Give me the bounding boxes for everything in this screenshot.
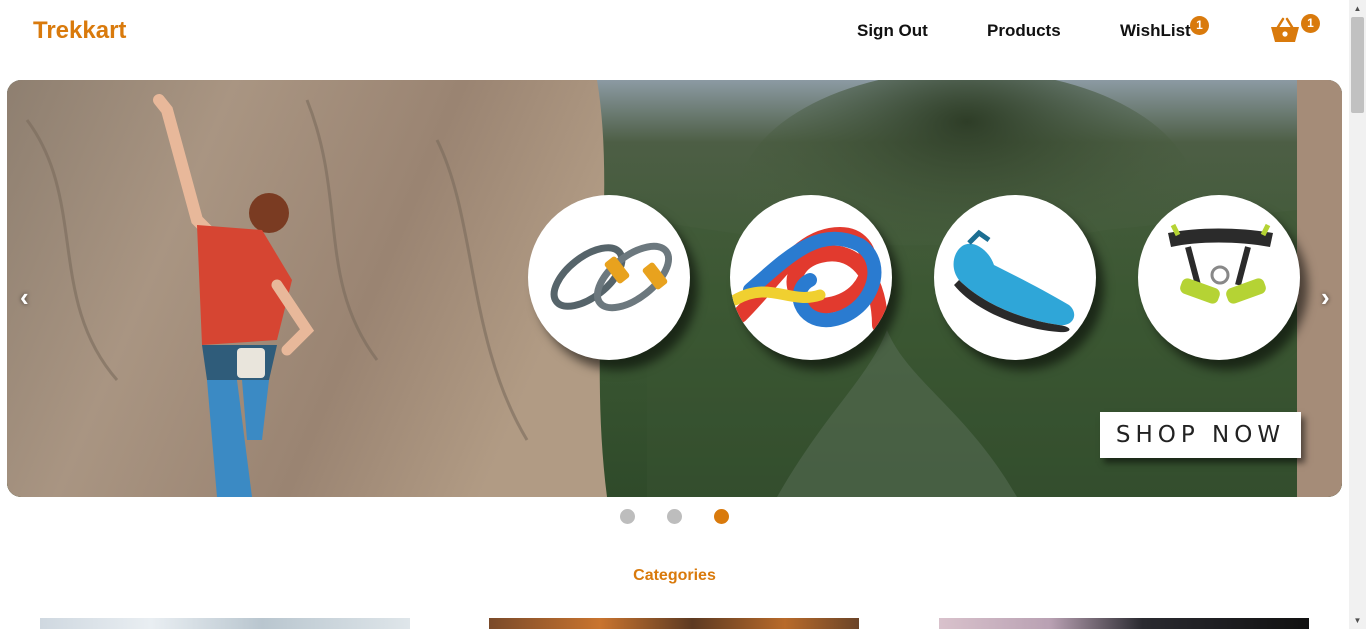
sign-out-link[interactable]: Sign Out [857, 21, 928, 41]
carousel-next-arrow[interactable]: › [1321, 282, 1330, 313]
carousel-dot-3-active[interactable] [714, 509, 729, 524]
category-card-2-image[interactable] [489, 618, 859, 629]
cart-count-badge: 1 [1301, 14, 1320, 33]
scrollbar-thumb[interactable] [1351, 17, 1364, 113]
products-link[interactable]: Products [987, 21, 1061, 41]
carousel-dot-2[interactable] [667, 509, 682, 524]
climbing-shoe-icon[interactable] [934, 195, 1096, 360]
basket-icon[interactable] [1269, 16, 1301, 44]
shop-now-button[interactable]: SHOP NOW [1100, 412, 1301, 458]
site-logo[interactable]: Trekkart [33, 17, 126, 45]
carousel-dot-1[interactable] [620, 509, 635, 524]
harness-icon[interactable] [1138, 195, 1300, 360]
scroll-down-arrow-icon[interactable]: ▼ [1349, 612, 1366, 629]
site-header: Trekkart Sign Out Products WishList 1 1 [0, 0, 1349, 64]
scroll-up-arrow-icon[interactable]: ▲ [1349, 0, 1366, 17]
categories-heading: Categories [633, 567, 716, 584]
wishlist-count-badge: 1 [1190, 16, 1209, 35]
rope-icon[interactable] [730, 195, 892, 360]
category-card-1-image[interactable] [40, 618, 410, 629]
carousel-prev-arrow[interactable]: ‹ [20, 282, 29, 313]
page-scrollbar[interactable]: ▲ ▼ [1349, 0, 1366, 629]
carabiner-icon[interactable] [528, 195, 690, 360]
category-card-3-image[interactable] [939, 618, 1309, 629]
wishlist-link[interactable]: WishList [1120, 21, 1191, 41]
